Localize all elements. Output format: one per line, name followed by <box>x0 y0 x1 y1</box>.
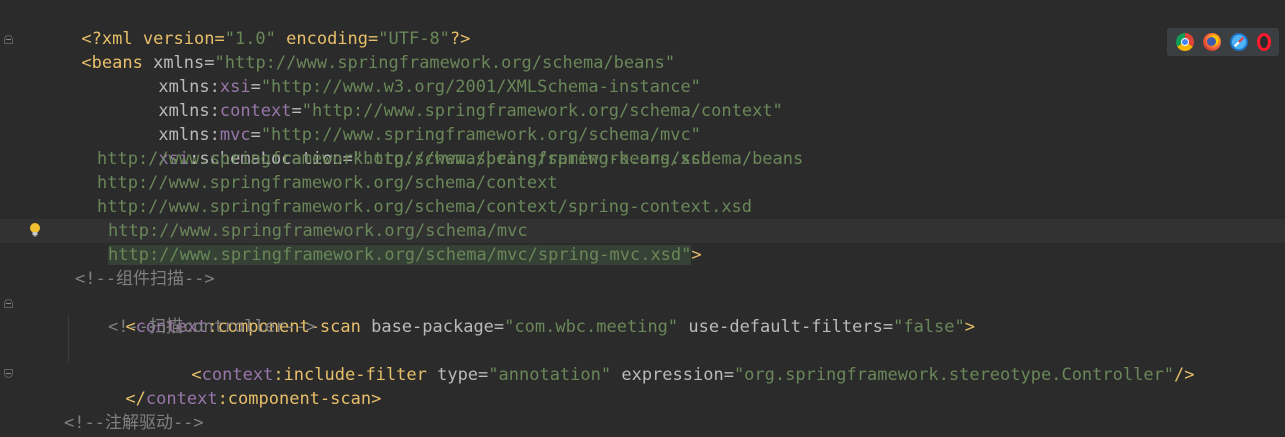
context-namespace: context <box>145 389 218 409</box>
tag-close-bracket: > <box>964 317 975 337</box>
opera-icon[interactable] <box>1256 33 1271 51</box>
self-close-bracket: /> <box>1174 365 1195 385</box>
schema-url: http://www.springframework.org/schema/mv… <box>108 221 528 241</box>
beans-close-bracket: > <box>691 245 702 265</box>
code-line-13: <context:component-scan base-package="co… <box>0 291 975 337</box>
code-line-12: <!--组件扫描--> <box>0 267 215 291</box>
code-line-10: http://www.springframework.org/schema/mv… <box>0 219 1285 243</box>
expression-value: "org.springframework.stereotype.Controll… <box>733 365 1175 385</box>
code-line-14: <!--扫描controller--> <box>0 315 316 339</box>
safari-icon[interactable] <box>1229 33 1248 51</box>
code-line-11: http://www.springframework.org/schema/mv… <box>0 243 702 267</box>
schema-url-highlighted: http://www.springframework.org/schema/mv… <box>108 245 692 265</box>
comment-component-scan: <!--组件扫描--> <box>75 269 215 289</box>
use-default-filters-attr: use-default-filters= <box>678 317 894 337</box>
expression-attr: expression= <box>611 365 734 385</box>
type-attr: type= <box>426 365 489 385</box>
code-line-7: http://www.springframework.org/schema/be… <box>0 147 711 171</box>
code-line-9: http://www.springframework.org/schema/co… <box>0 195 752 219</box>
schema-url: http://www.springframework.org/schema/co… <box>97 173 558 193</box>
tag-close-open-bracket: </ <box>125 389 146 409</box>
use-default-filters-value: "false" <box>893 317 965 337</box>
code-line-6: xsi:schemaLocation="http://www.springfra… <box>0 123 803 169</box>
code-line-8: http://www.springframework.org/schema/co… <box>0 171 558 195</box>
code-editor[interactable]: <?xml version="1.0" encoding="UTF-8"?> <… <box>0 0 1285 437</box>
type-value: "annotation" <box>488 365 612 385</box>
indent-guide <box>68 315 69 363</box>
schema-url: http://www.springframework.org/schema/be… <box>97 149 712 169</box>
base-package-attr: base-package= <box>360 317 505 337</box>
code-line-2: <beans xmlns="http://www.springframework… <box>0 27 675 73</box>
firefox-icon[interactable] <box>1202 33 1221 51</box>
lightbulb-icon[interactable] <box>29 222 41 237</box>
code-line-3: xmlns:xsi="http://www.w3.org/2001/XMLSch… <box>0 51 701 97</box>
tag-close-bracket: > <box>371 389 382 409</box>
fold-toggle-icon[interactable] <box>4 35 13 44</box>
comment-annotation-driven: <!--注解驱动--> <box>64 413 204 433</box>
schema-url: http://www.springframework.org/schema/co… <box>97 197 753 217</box>
fold-toggle-icon[interactable] <box>4 369 13 378</box>
code-line-1: <?xml version="1.0" encoding="UTF-8"?> <box>0 3 470 49</box>
code-line-5: xmlns:mvc="http://www.springframework.or… <box>0 99 701 145</box>
fold-toggle-icon[interactable] <box>4 299 13 308</box>
base-package-value: "com.wbc.meeting" <box>504 317 679 337</box>
chrome-icon[interactable] <box>1175 33 1194 51</box>
comment-scan-controller: <!--扫描controller--> <box>108 317 316 337</box>
code-line-15: <context:include-filter type="annotation… <box>0 339 1194 385</box>
component-scan-tag: :component-scan <box>217 389 372 409</box>
code-line-18: <!--注解驱动--> <box>0 411 204 435</box>
code-line-4: xmlns:context="http://www.springframewor… <box>0 75 782 121</box>
code-line-16: </context:component-scan> <box>0 363 381 409</box>
browser-preview-bar <box>1167 28 1279 56</box>
